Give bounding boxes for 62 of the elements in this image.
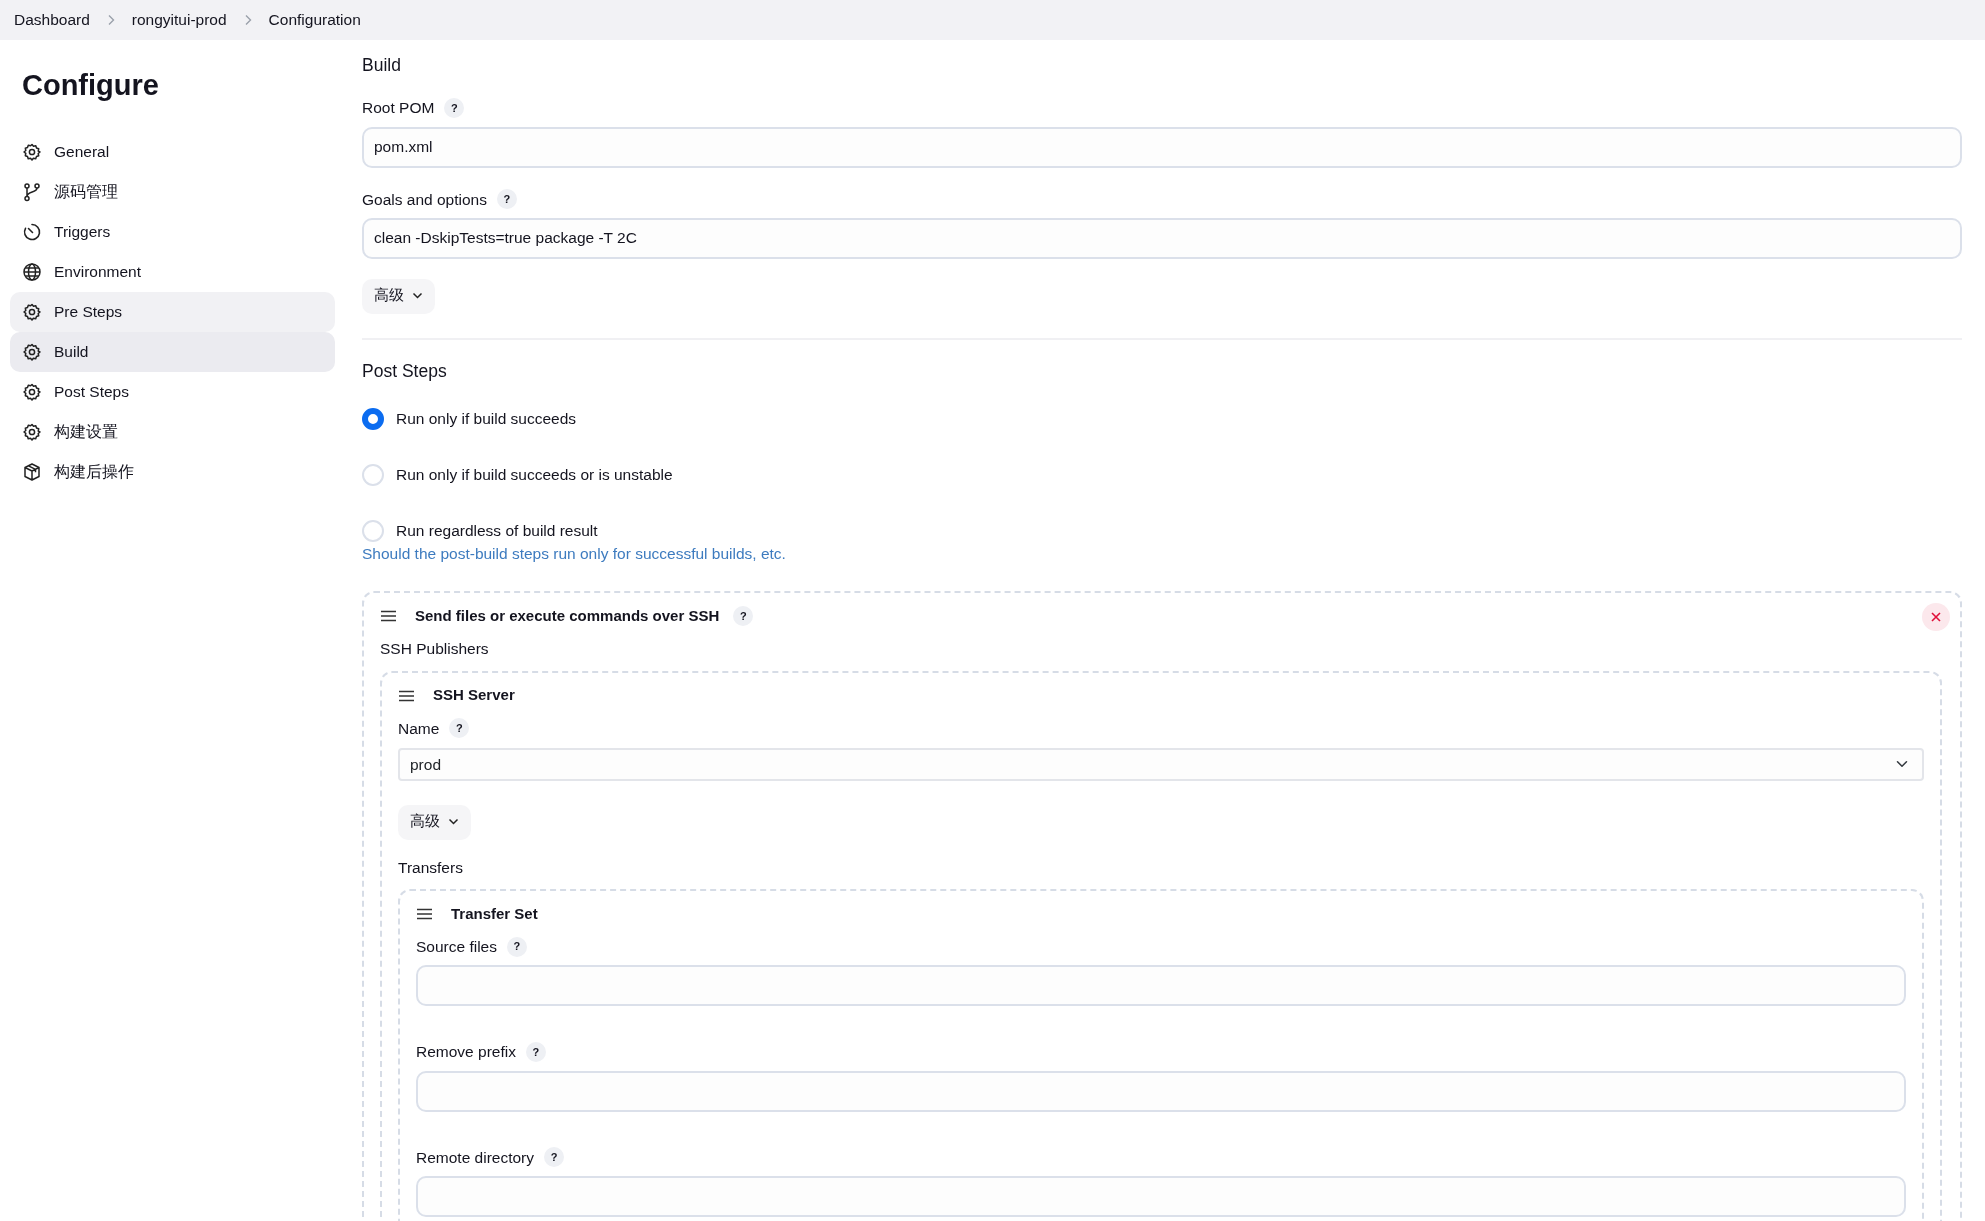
field-label: Root POM bbox=[362, 98, 435, 119]
gear-icon bbox=[22, 141, 42, 162]
group-label: SSH Publishers bbox=[380, 639, 490, 660]
text-field[interactable] bbox=[416, 1175, 1906, 1217]
sidebar-item[interactable]: Post Steps bbox=[10, 371, 335, 412]
close-button[interactable] bbox=[1922, 603, 1950, 632]
section-title: SSH Server bbox=[433, 685, 515, 706]
sidebar-item[interactable]: 构建设置 bbox=[10, 411, 335, 452]
advanced-button[interactable]: 高级 bbox=[362, 278, 435, 314]
section-title: Build bbox=[362, 54, 402, 77]
breadcrumb-link[interactable]: rongyitui-prod bbox=[131, 8, 227, 32]
radio-label: Run only if build succeeds or is unstable bbox=[396, 465, 673, 486]
help-button[interactable]: ? bbox=[449, 718, 470, 739]
branch-icon bbox=[22, 181, 42, 202]
drag-handle-icon bbox=[398, 689, 415, 702]
field-label: Remote directory bbox=[416, 1147, 534, 1168]
group-label: Transfers bbox=[398, 857, 464, 878]
chevron-down-icon bbox=[448, 818, 459, 827]
gear-icon bbox=[22, 341, 42, 362]
radio-label: Run regardless of build result bbox=[396, 521, 598, 542]
globe-icon bbox=[22, 261, 42, 282]
help-button[interactable]: ? bbox=[507, 936, 527, 957]
server-select[interactable]: prod bbox=[398, 747, 1924, 781]
radio-button[interactable] bbox=[362, 408, 384, 430]
field-label: Goals and options bbox=[362, 189, 487, 210]
sidebar-item[interactable]: Environment bbox=[10, 251, 335, 292]
advanced-button[interactable]: 高级 bbox=[398, 804, 471, 840]
sidebar-item[interactable]: Pre Steps bbox=[10, 291, 335, 332]
sidebar-item[interactable]: General bbox=[10, 131, 335, 172]
gear-icon bbox=[22, 301, 42, 322]
field-label: Source files bbox=[416, 937, 497, 957]
drag-handle-icon bbox=[416, 908, 433, 920]
sidebar-item[interactable]: Triggers bbox=[10, 211, 335, 252]
help-button[interactable]: ? bbox=[496, 189, 517, 210]
radio-label: Run only if build succeeds bbox=[396, 409, 577, 430]
text-field[interactable]: clean -DskipTests=true package -T 2C bbox=[362, 217, 1962, 259]
sidebar-item[interactable]: Build bbox=[10, 331, 335, 372]
text-field[interactable]: pom.xml bbox=[362, 126, 1962, 168]
sidebar-item[interactable]: 构建后操作 bbox=[10, 451, 335, 492]
section-title: Send files or execute commands over SSH bbox=[415, 606, 720, 626]
breadcrumb-link[interactable]: Configuration bbox=[268, 8, 361, 32]
field-label: Name bbox=[398, 718, 440, 739]
package-icon bbox=[22, 461, 42, 482]
gear-icon bbox=[22, 381, 42, 402]
help-button[interactable]: ? bbox=[733, 606, 754, 627]
chevron-down-icon bbox=[412, 292, 423, 301]
close-icon bbox=[1931, 612, 1941, 623]
text-field[interactable] bbox=[416, 1070, 1906, 1112]
breadcrumb-link[interactable]: Dashboard bbox=[14, 8, 90, 32]
section-title: Post Steps bbox=[362, 359, 448, 383]
text-field[interactable] bbox=[416, 965, 1906, 1007]
sidebar-item[interactable]: 源码管理 bbox=[10, 171, 335, 212]
gear-icon bbox=[22, 421, 42, 442]
help-button[interactable]: ? bbox=[444, 97, 465, 118]
drag-handle-icon bbox=[380, 610, 397, 623]
section-title: Transfer Set bbox=[451, 903, 538, 924]
timer-icon bbox=[22, 221, 42, 242]
sidebar-title: Configure bbox=[22, 68, 160, 103]
help-button[interactable]: ? bbox=[544, 1147, 564, 1168]
help-button[interactable]: ? bbox=[525, 1041, 546, 1062]
field-label: Remove prefix bbox=[416, 1042, 516, 1063]
help-text: Should the post-build steps run only for successful builds, etc. bbox=[362, 544, 787, 564]
